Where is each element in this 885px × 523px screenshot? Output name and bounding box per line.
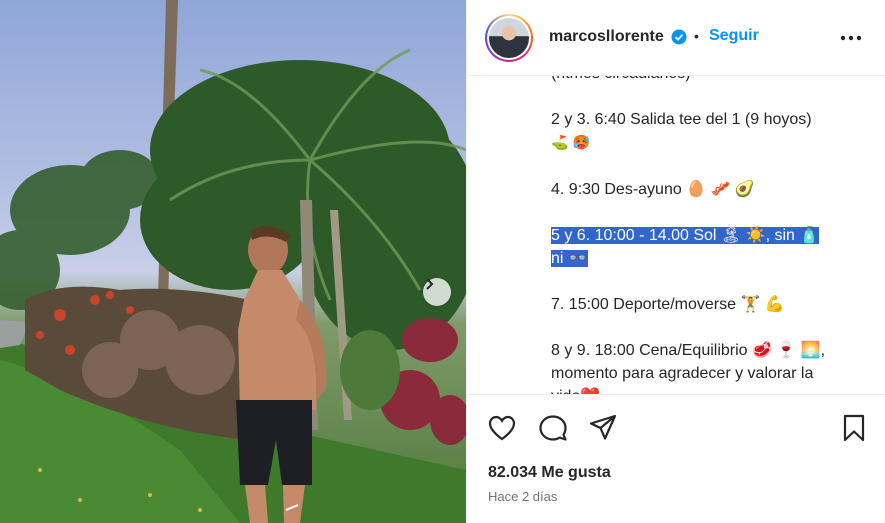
caption-area: (ritmos circadianos) 2 y 3. 6:40 Salida t… <box>467 76 885 394</box>
post-photo <box>0 0 466 523</box>
caption-line-text: 7. 15:00 Deporte/moverse 🏋️ 💪 <box>551 296 785 313</box>
caption-line: 8 y 9. 18:00 Cena/Equilibrio 🥩 🍷 🌅, <box>551 339 861 362</box>
bookmark-icon[interactable] <box>839 413 869 443</box>
caption-line: 7. 15:00 Deporte/moverse 🏋️ 💪 <box>551 293 861 316</box>
post-header: marcosllorente • Seguir <box>467 0 885 76</box>
next-photo-button[interactable] <box>423 278 451 306</box>
comment-icon[interactable] <box>538 413 568 443</box>
caption-line: 2 y 3. 6:40 Salida tee del 1 (9 hoyos) <box>551 108 861 131</box>
likes-count[interactable]: 82.034 Me gusta <box>488 464 611 482</box>
caption-line-text: ⛳ 🥵 <box>551 135 591 151</box>
avatar[interactable] <box>485 14 533 62</box>
caption-line: ⛳ 🥵 <box>551 131 861 155</box>
caption-line-text: (ritmos circadianos) <box>551 76 691 82</box>
caption-line: 4. 9:30 Des-ayuno 🥚 🥓 🥑 <box>551 178 861 201</box>
caption-line-text: 4. 9:30 Des-ayuno 🥚 🥓 🥑 <box>551 181 755 198</box>
caption-line: (ritmos circadianos) <box>551 76 861 85</box>
follow-button[interactable]: Seguir <box>709 27 759 45</box>
caption-line: vida❤️ <box>551 385 861 394</box>
caption-line: ni 👓 <box>551 247 861 270</box>
post-timestamp[interactable]: Hace 2 días <box>488 489 557 504</box>
more-icon[interactable] <box>837 26 865 50</box>
caption-line: 5 y 6. 10:00 - 14.00 Sol 🏝 ☀️, sin 🧴 <box>551 224 861 247</box>
verified-badge-icon <box>671 29 687 45</box>
caption-text: (ritmos circadianos) 2 y 3. 6:40 Salida t… <box>551 76 861 394</box>
photo-scene <box>0 0 466 523</box>
action-bar <box>467 394 885 450</box>
username-link[interactable]: marcosllorente <box>549 28 664 46</box>
caption-line-selected-text: 5 y 6. 10:00 - 14.00 Sol 🏝 ☀️, sin 🧴 <box>551 227 820 244</box>
caption-line-text: momento para agradecer y valorar la <box>551 365 814 382</box>
heart-icon[interactable] <box>487 413 517 443</box>
caption-line-text: 8 y 9. 18:00 Cena/Equilibrio 🥩 🍷 🌅, <box>551 342 826 359</box>
separator-dot: • <box>694 28 699 44</box>
post-panel: marcosllorente • Seguir (ritmos circadia… <box>466 0 885 523</box>
caption-line-text: 2 y 3. 6:40 Salida tee del 1 (9 hoyos) <box>551 111 812 128</box>
chevron-right-icon <box>426 278 434 290</box>
caption-line-selected-text: ni 👓 <box>551 250 588 267</box>
send-icon[interactable] <box>588 413 618 443</box>
caption-line: momento para agradecer y valorar la <box>551 362 861 385</box>
